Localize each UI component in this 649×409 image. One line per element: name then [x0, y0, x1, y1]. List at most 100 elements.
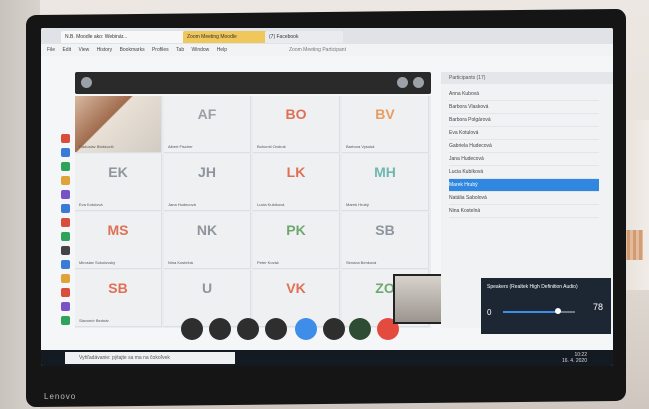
participant-name: Radoslav Blaškovič: [79, 144, 114, 149]
participant-name: Peter Kováč: [257, 260, 279, 265]
video-tile[interactable]: BO Bohumil Ondruš: [253, 96, 340, 153]
app-icon[interactable]: [61, 148, 70, 157]
app-icon[interactable]: [61, 316, 70, 325]
participant-row[interactable]: Nina Kostelná: [449, 205, 599, 218]
camera-button[interactable]: [209, 318, 231, 340]
participant-row[interactable]: Natália Sabolová: [449, 192, 599, 205]
app-icon[interactable]: [61, 176, 70, 185]
participant-row[interactable]: Barbora Polgárová: [449, 114, 599, 127]
video-tile[interactable]: MS Miroslav Sokolovský: [75, 212, 162, 269]
app-icon[interactable]: [61, 218, 70, 227]
taskbar-search-input[interactable]: Vyhľadávanie: pýtajte sa ma na čokoľvek: [65, 352, 235, 364]
menu-item[interactable]: History: [97, 47, 113, 53]
browser-tab[interactable]: (7) Facebook: [265, 31, 343, 43]
participant-row[interactable]: Gabriela Hudecová: [449, 140, 599, 153]
mic-button[interactable]: [295, 318, 317, 340]
participant-row[interactable]: Lucia Kubíková: [449, 166, 599, 179]
participant-initials: SB: [375, 222, 395, 238]
browser-tab-bar: N.B. Moodle ako: Webinár... Zoom Meeting…: [41, 28, 613, 44]
menu-item[interactable]: File: [47, 47, 55, 53]
app-dock: [61, 134, 73, 334]
menu-item[interactable]: Edit: [62, 47, 71, 53]
app-icon[interactable]: [61, 260, 70, 269]
menu-item[interactable]: Tab: [176, 47, 184, 53]
grid-view-icon[interactable]: [397, 77, 408, 88]
audio-device-label: Speakers (Realtek High Definition Audio): [487, 284, 578, 290]
record-button[interactable]: [265, 318, 287, 340]
volume-slider-handle[interactable]: [555, 308, 561, 314]
participant-name: Simona Benková: [346, 260, 377, 265]
browser-tab[interactable]: N.B. Moodle ako: Webinár...: [61, 31, 189, 43]
app-icon[interactable]: [61, 302, 70, 311]
video-tile[interactable]: Radoslav Blaškovič: [75, 96, 162, 153]
app-icon[interactable]: [61, 246, 70, 255]
participant-initials: VK: [286, 280, 306, 296]
participant-initials: MH: [374, 164, 396, 180]
participant-name: Bohumil Ondruš: [257, 144, 286, 149]
participant-initials: U: [201, 280, 213, 296]
video-tile[interactable]: NK Nina Kostelná: [164, 212, 251, 269]
participant-name: Marek Hrubý: [346, 202, 369, 207]
raise-hand-button[interactable]: [181, 318, 203, 340]
fullscreen-icon[interactable]: [413, 77, 424, 88]
volume-min-label: 0: [487, 308, 492, 317]
meeting-toolbar: [181, 318, 411, 344]
app-icon[interactable]: [61, 134, 70, 143]
video-tile[interactable]: SB Slavomír Bednár: [75, 270, 162, 327]
browser-tab[interactable]: Zoom Meeting Moodle: [183, 31, 271, 43]
chat-button[interactable]: [323, 318, 345, 340]
participant-row[interactable]: Anna Kubová: [449, 88, 599, 101]
menu-item[interactable]: View: [78, 47, 89, 53]
app-icon[interactable]: [61, 190, 70, 199]
info-icon[interactable]: [81, 77, 92, 88]
menu-item[interactable]: Bookmarks: [120, 47, 145, 53]
participants-button[interactable]: [349, 318, 371, 340]
participant-row[interactable]: Marek Hrubý: [449, 179, 599, 192]
participant-name: Jana Hudecová: [168, 202, 196, 207]
participant-name: Albert Fischer: [168, 144, 193, 149]
menu-item[interactable]: Window: [192, 47, 210, 53]
video-tile[interactable]: BV Barbora Vysoká: [342, 96, 429, 153]
participant-initials: EK: [108, 164, 128, 180]
video-grid: Radoslav Blaškovič AF Albert Fischer BO Bohu…: [75, 96, 431, 328]
participant-name: Eva Kotulová: [79, 202, 103, 207]
app-icon[interactable]: [61, 162, 70, 171]
volume-value: 78: [592, 302, 603, 312]
participant-initials: BV: [375, 106, 395, 122]
participant-name: Nina Kostelná: [168, 260, 193, 265]
photo: Lenovo N.B. Moodle ako: Webinár... Zoom …: [0, 0, 649, 409]
menu-item[interactable]: Help: [217, 47, 227, 53]
volume-fill: [503, 311, 557, 313]
participant-initials: PK: [286, 222, 306, 238]
taskbar-clock: 10:22 16. 4. 2020: [562, 352, 587, 364]
participant-row[interactable]: Barbora Vlasková: [449, 101, 599, 114]
windows-taskbar: Vyhľadávanie: pýtajte sa ma na čokoľvek …: [41, 350, 613, 366]
participant-initials: SB: [108, 280, 128, 296]
participant-row[interactable]: Jana Hudecová: [449, 153, 599, 166]
video-tile[interactable]: SB Simona Benková: [342, 212, 429, 269]
participant-row[interactable]: Eva Kotulová: [449, 127, 599, 140]
app-icon[interactable]: [61, 288, 70, 297]
participant-initials: JH: [198, 164, 216, 180]
menu-item[interactable]: Profiles: [152, 47, 169, 53]
participants-header: Participants (17): [441, 72, 613, 84]
participant-initials: MS: [107, 222, 129, 238]
participant-name: Slavomír Bednár: [79, 318, 109, 323]
video-tile[interactable]: EK Eva Kotulová: [75, 154, 162, 211]
participant-initials: LK: [286, 164, 306, 180]
audio-popup: Speakers (Realtek High Definition Audio)…: [481, 278, 611, 334]
video-tile[interactable]: AF Albert Fischer: [164, 96, 251, 153]
share-screen-button[interactable]: [237, 318, 259, 340]
meeting-top-bar: [75, 72, 431, 94]
participant-initials: NK: [196, 222, 218, 238]
app-icon[interactable]: [61, 274, 70, 283]
app-icon[interactable]: [61, 232, 70, 241]
laptop-brand: Lenovo: [44, 392, 77, 401]
participant-initials: BO: [285, 106, 307, 122]
participant-name: Miroslav Sokolovský: [79, 260, 116, 265]
video-tile[interactable]: PK Peter Kováč: [253, 212, 340, 269]
video-tile[interactable]: MH Marek Hrubý: [342, 154, 429, 211]
video-tile[interactable]: LK Lucia Kubíková: [253, 154, 340, 211]
video-tile[interactable]: JH Jana Hudecová: [164, 154, 251, 211]
app-icon[interactable]: [61, 204, 70, 213]
